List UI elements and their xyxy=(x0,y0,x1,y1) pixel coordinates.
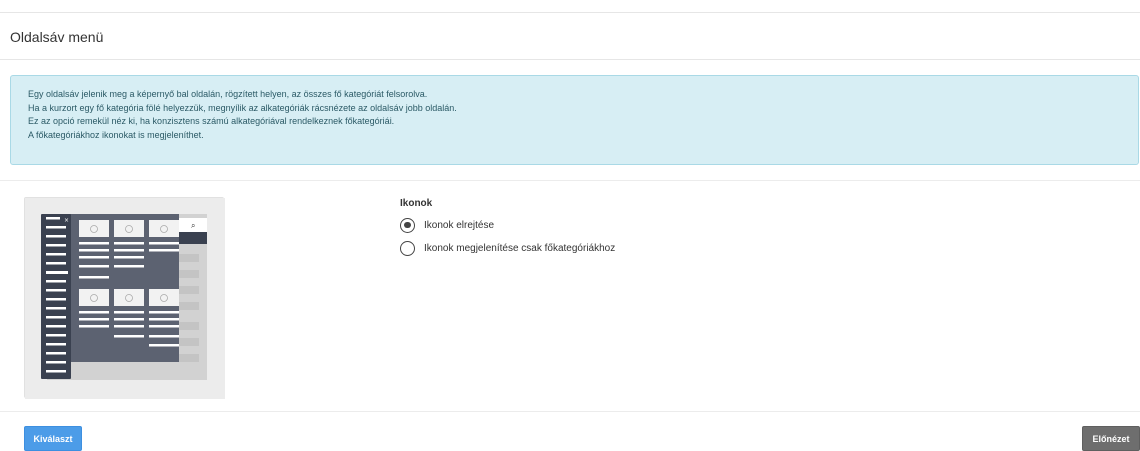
radio-hide-icons-label[interactable]: Ikonok elrejtése xyxy=(424,220,494,231)
icons-option-title: Ikonok xyxy=(400,198,433,209)
preview-button[interactable]: Előnézet xyxy=(1082,426,1140,451)
radio-hide-icons[interactable]: Ikonok elrejtése xyxy=(400,215,615,235)
search-icon: ⌕ xyxy=(191,221,195,230)
layout-preview-image: ⌕ × xyxy=(24,197,225,399)
info-line-2: Ha a kurzort egy fő kategória fölé helye… xyxy=(28,102,457,113)
panel-footer xyxy=(0,411,1140,451)
section-divider xyxy=(0,180,1140,181)
page-title: Oldalsáv menü xyxy=(10,29,104,45)
info-line-3: Ez az opció remekül néz ki, ha konziszte… xyxy=(28,116,395,126)
image-placeholder-icon xyxy=(79,289,179,306)
radio-show-main-category-icons-label[interactable]: Ikonok megjelenítése csak főkategóriákho… xyxy=(424,243,615,254)
image-placeholder-icon xyxy=(79,220,179,237)
sidebar-layout-illustration: ⌕ × xyxy=(25,198,225,399)
icons-option-group: Ikonok Ikonok elrejtése Ikonok megjelení… xyxy=(400,198,615,261)
panel-header: Oldalsáv menü xyxy=(0,12,1140,60)
select-button[interactable]: Kiválaszt xyxy=(24,426,82,451)
radio-show-main-category-icons-button[interactable] xyxy=(400,240,415,256)
radio-show-main-category-icons[interactable]: Ikonok megjelenítése csak főkategóriákho… xyxy=(400,238,615,258)
info-line-4: A főkategóriákhoz ikonokat is megjelenít… xyxy=(28,129,204,140)
info-line-1: Egy oldalsáv jelenik meg a képernyő bal … xyxy=(28,89,428,99)
info-alert: Egy oldalsáv jelenik meg a képernyő bal … xyxy=(10,75,1139,165)
close-icon: × xyxy=(64,217,69,224)
sidebar-menu-settings-page: Oldalsáv menü Egy oldalsáv jelenik meg a… xyxy=(0,0,1140,451)
radio-hide-icons-button[interactable] xyxy=(400,217,415,233)
